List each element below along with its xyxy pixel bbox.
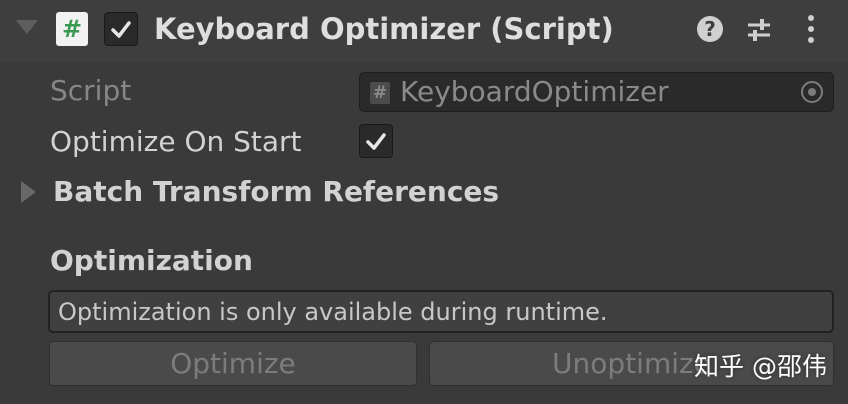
optimize-on-start-checkbox[interactable] [359, 124, 393, 158]
component-enabled-checkbox[interactable] [104, 12, 138, 46]
script-field-value: KeyboardOptimizer [400, 75, 669, 108]
watermark: 知乎 @邵伟 [694, 352, 827, 381]
optimize-button[interactable]: Optimize [49, 341, 417, 386]
help-icon[interactable]: ? [697, 16, 723, 42]
script-file-icon: # [370, 82, 390, 104]
optimization-header: Optimization [50, 244, 253, 277]
optimize-on-start-label: Optimize On Start [50, 125, 302, 158]
kebab-menu-icon[interactable] [806, 13, 816, 45]
component-header: # Keyboard Optimizer (Script) ? [0, 0, 848, 62]
foldout-arrow-icon[interactable] [16, 20, 38, 34]
optimize-button-label: Optimize [170, 347, 296, 380]
help-box: Optimization is only available during ru… [48, 290, 834, 333]
preset-icon[interactable] [744, 15, 774, 45]
script-label: Script [50, 74, 132, 107]
script-object-field[interactable]: # KeyboardOptimizer [359, 72, 834, 112]
checkmark-icon [111, 21, 131, 38]
batch-foldout-arrow-icon[interactable] [21, 181, 36, 203]
help-box-text: Optimization is only available during ru… [58, 298, 608, 326]
object-picker-icon[interactable] [801, 81, 823, 103]
component-title: Keyboard Optimizer (Script) [154, 12, 614, 46]
checkmark-icon [366, 133, 386, 150]
script-icon: # [56, 12, 88, 46]
batch-transform-references-foldout[interactable]: Batch Transform References [53, 175, 499, 209]
